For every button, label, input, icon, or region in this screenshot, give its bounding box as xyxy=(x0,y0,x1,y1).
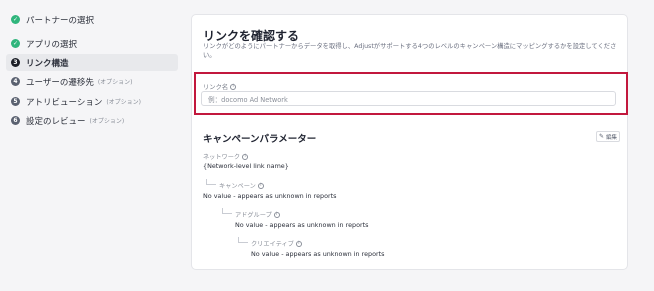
step-link-structure[interactable]: 3 リンク構造 xyxy=(6,54,178,71)
creative-label-text: クリエイティブ xyxy=(251,241,294,248)
step-label: ユーザーの遷移先 xyxy=(26,77,94,88)
wizard-steps-sidebar: ✓ パートナーの選択 ✓ アプリの選択 3 リンク構造 4 ユーザーの遷移先 (… xyxy=(0,0,180,291)
optional-tag: (オプション) xyxy=(106,99,142,106)
network-value: {Network-level link name} xyxy=(203,162,289,170)
link-review-card: リンクを確認する リンクがどのようにパートナーからデータを取得し、Adjustが… xyxy=(191,14,628,270)
tree-connector xyxy=(238,237,248,243)
adgroup-label: アドグループ i xyxy=(235,210,280,219)
step-number-icon: 6 xyxy=(11,116,20,125)
step-review-settings[interactable]: 6 設定のレビュー (オプション) xyxy=(6,112,178,129)
page-title: リンクを確認する xyxy=(203,29,300,43)
step-number-icon: 4 xyxy=(11,77,20,86)
adgroup-label-text: アドグループ xyxy=(235,212,272,219)
page-description: リンクがどのようにパートナーからデータを取得し、Adjustがサポートする4つの… xyxy=(203,43,617,59)
step-attribution[interactable]: 5 アトリビューション (オプション) xyxy=(6,93,178,110)
step-partner-selection[interactable]: ✓ パートナーの選択 xyxy=(6,11,178,28)
step-label: パートナーの選択 xyxy=(26,15,95,26)
campaign-value: No value - appears as unknown in reports xyxy=(203,192,337,200)
edit-button[interactable]: ✎ 編集 xyxy=(596,131,620,142)
edit-button-label: 編集 xyxy=(606,134,618,141)
creative-label: クリエイティブ i xyxy=(251,239,302,248)
step-label: アプリの選択 xyxy=(26,39,78,50)
step-app-selection[interactable]: ✓ アプリの選択 xyxy=(6,35,178,52)
step-label: リンク構造 xyxy=(26,58,69,69)
network-label-text: ネットワーク xyxy=(203,154,241,161)
step-number-icon: 5 xyxy=(11,97,20,106)
tree-connector xyxy=(206,179,216,185)
tree-connector xyxy=(222,208,232,214)
link-name-highlight-box xyxy=(194,72,628,115)
campaign-params-title: キャンペーンパラメーター xyxy=(203,134,317,145)
creative-value: No value - appears as unknown in reports xyxy=(251,250,385,258)
step-number-icon: 3 xyxy=(11,58,20,67)
step-label: 設定のレビュー xyxy=(26,116,86,127)
checkmark-icon: ✓ xyxy=(11,39,20,48)
edit-icon: ✎ xyxy=(598,133,604,140)
optional-tag: (オプション) xyxy=(97,79,133,86)
checkmark-icon: ✓ xyxy=(11,15,20,24)
campaign-label: キャンペーン i xyxy=(219,181,264,190)
info-icon[interactable]: i xyxy=(273,211,280,218)
step-label: アトリビューション xyxy=(26,97,103,108)
info-icon[interactable]: i xyxy=(257,182,264,189)
campaign-label-text: キャンペーン xyxy=(219,183,256,190)
step-user-destination[interactable]: 4 ユーザーの遷移先 (オプション) xyxy=(6,73,178,90)
adgroup-value: No value - appears as unknown in reports xyxy=(235,221,369,229)
optional-tag: (オプション) xyxy=(89,118,125,125)
info-icon[interactable]: i xyxy=(295,240,302,247)
network-label: ネットワーク i xyxy=(203,152,249,161)
info-icon[interactable]: i xyxy=(242,153,249,160)
